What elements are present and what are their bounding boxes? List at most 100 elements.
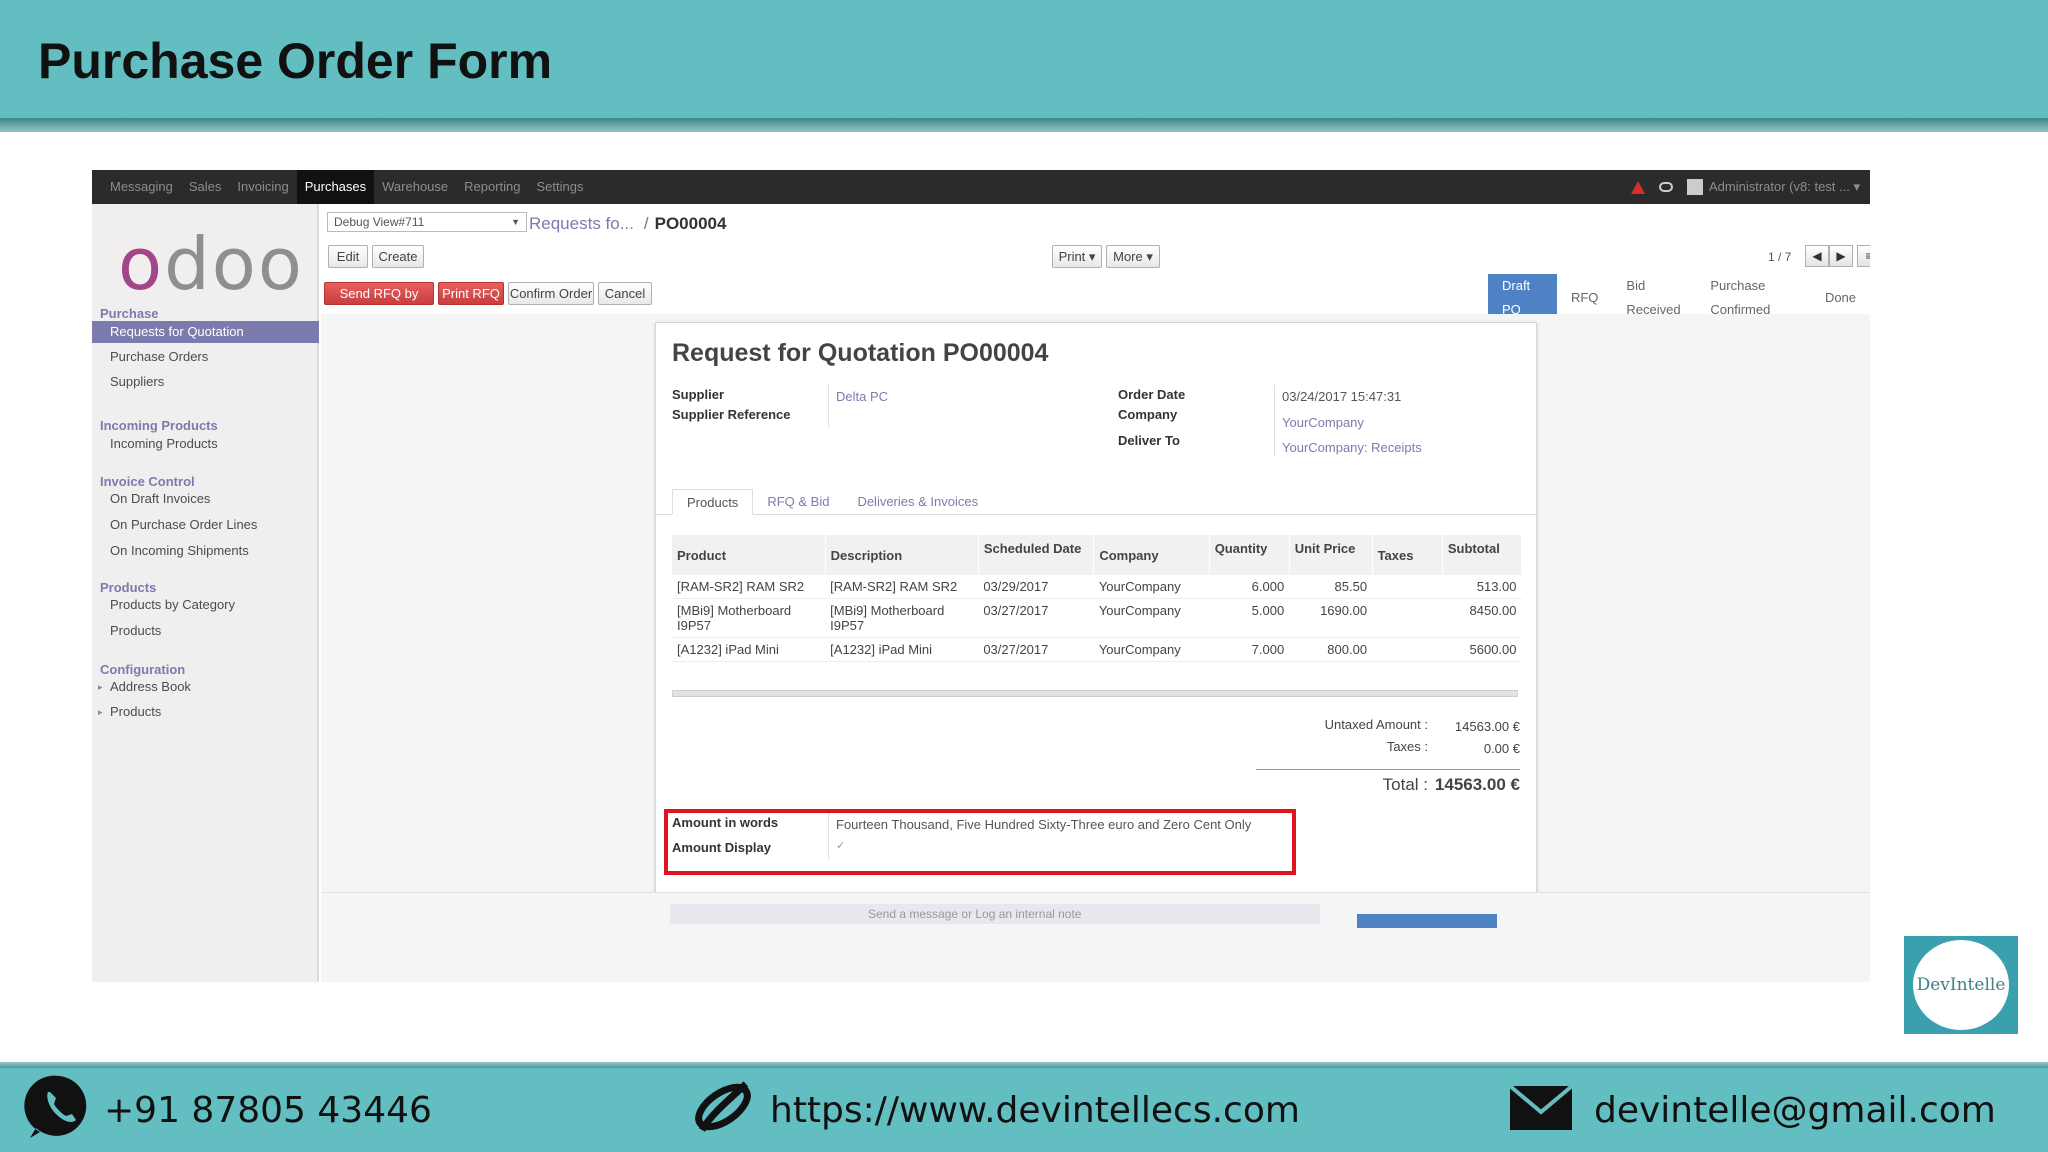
sidebar-item-purchase-orders[interactable]: Purchase Orders bbox=[92, 346, 319, 368]
expand-icon: ▸ bbox=[98, 707, 103, 717]
col-unit-price[interactable]: Unit Price bbox=[1289, 535, 1373, 575]
print-button[interactable]: Print ▾ bbox=[1052, 245, 1102, 268]
table-row[interactable]: [MBi9] Motherboard I9P57 [MBi9] Motherbo… bbox=[672, 598, 1522, 638]
cell-subtotal: 8450.00 bbox=[1442, 598, 1522, 638]
cell-company: YourCompany bbox=[1093, 598, 1210, 638]
user-name: Administrator (v8: test ... bbox=[1708, 178, 1850, 194]
create-button[interactable]: Create bbox=[372, 245, 424, 268]
menu-settings[interactable]: Settings bbox=[529, 170, 592, 204]
supplier-label: Supplier bbox=[672, 387, 725, 402]
tab-deliveries-invoices[interactable]: Deliveries & Invoices bbox=[843, 489, 992, 515]
sidebar-item-on-incoming-shipments[interactable]: On Incoming Shipments bbox=[92, 540, 319, 562]
supplier-field[interactable]: Delta PC bbox=[836, 389, 888, 404]
col-product[interactable]: Product bbox=[672, 535, 826, 575]
previous-icon[interactable]: ◀ bbox=[1805, 245, 1829, 267]
menu-purchases[interactable]: Purchases bbox=[296, 170, 375, 204]
menu-sales[interactable]: Sales bbox=[181, 170, 230, 204]
sidebar-item-suppliers[interactable]: Suppliers bbox=[92, 371, 319, 393]
cancel-button[interactable]: Cancel bbox=[598, 282, 652, 305]
col-company[interactable]: Company bbox=[1093, 535, 1210, 575]
footer-email[interactable]: devintelle@gmail.com bbox=[1594, 1090, 1996, 1131]
menu-invoicing[interactable]: Invoicing bbox=[229, 170, 296, 204]
cell-unit-price: 1690.00 bbox=[1289, 598, 1373, 638]
cell-unit-price: 85.50 bbox=[1289, 575, 1373, 599]
status-rfq[interactable]: RFQ bbox=[1557, 286, 1612, 310]
sidebar-section-incoming-products: Incoming Products bbox=[100, 418, 218, 433]
status-bar: Draft PO RFQ Bid Received Purchase Confi… bbox=[1488, 274, 1870, 322]
cell-description: [RAM-SR2] RAM SR2 bbox=[825, 575, 979, 599]
alert-icon[interactable] bbox=[1630, 180, 1645, 194]
send-rfq-email-button[interactable]: Send RFQ by Email bbox=[324, 282, 434, 322]
deliver-to-field[interactable]: YourCompany: Receipts bbox=[1282, 440, 1422, 455]
sidebar-item-incoming-products[interactable]: Incoming Products bbox=[92, 433, 319, 455]
menu-reporting[interactable]: Reporting bbox=[456, 170, 528, 204]
sidebar-item-config-products[interactable]: ▸ Products bbox=[92, 701, 319, 723]
order-date-label: Order Date bbox=[1118, 387, 1186, 402]
highlight-box bbox=[664, 809, 1296, 875]
col-taxes[interactable]: Taxes bbox=[1372, 535, 1443, 575]
next-icon[interactable]: ▶ bbox=[1829, 245, 1853, 267]
sidebar-item-products-by-category[interactable]: Products by Category bbox=[92, 594, 319, 616]
cell-subtotal: 5600.00 bbox=[1442, 637, 1522, 662]
col-subtotal[interactable]: Subtotal bbox=[1442, 535, 1523, 575]
untaxed-amount-value: 14563.00 € bbox=[1454, 719, 1520, 734]
menu-warehouse[interactable]: Warehouse bbox=[374, 170, 456, 204]
taxes-label: Taxes : bbox=[1386, 739, 1428, 754]
sidebar-item-address-book[interactable]: ▸ Address Book bbox=[92, 676, 319, 698]
chatter-composer[interactable]: Send a message or Log an internal note bbox=[670, 904, 1320, 924]
follow-button[interactable] bbox=[1357, 914, 1497, 928]
sidebar-item-products[interactable]: Products bbox=[92, 620, 319, 642]
field-divider bbox=[828, 385, 829, 427]
company-label: Company bbox=[1118, 407, 1178, 422]
footer-website[interactable]: https://www.devintellecs.com bbox=[770, 1090, 1300, 1131]
menu-messaging[interactable]: Messaging bbox=[102, 170, 181, 204]
top-menu: Messaging Sales Invoicing Purchases Ware… bbox=[102, 170, 592, 204]
col-quantity[interactable]: Quantity bbox=[1209, 535, 1290, 575]
breadcrumb-parent[interactable]: Requests fo... bbox=[529, 214, 634, 233]
cell-taxes bbox=[1372, 575, 1443, 599]
untaxed-amount-label: Untaxed Amount : bbox=[1324, 717, 1428, 732]
table-row[interactable]: [RAM-SR2] RAM SR2 [RAM-SR2] RAM SR2 03/2… bbox=[672, 575, 1522, 599]
user-menu[interactable]: Administrator (v8: test ... ▾ bbox=[1686, 178, 1860, 196]
sidebar-section-purchase: Purchase bbox=[100, 306, 159, 321]
sidebar-section-configuration: Configuration bbox=[100, 662, 186, 677]
odoo-screenshot: Messaging Sales Invoicing Purchases Ware… bbox=[92, 170, 1870, 982]
more-button[interactable]: More ▾ bbox=[1106, 245, 1160, 268]
table-scrollbar[interactable] bbox=[672, 690, 1518, 697]
status-done[interactable]: Done bbox=[1811, 286, 1870, 310]
form-sheet: Request for Quotation PO00004 Supplier D… bbox=[655, 322, 1537, 902]
odoo-logo[interactable]: odoo bbox=[118, 222, 304, 306]
cell-description: [MBi9] Motherboard I9P57 bbox=[825, 598, 979, 638]
edit-button[interactable]: Edit bbox=[328, 245, 368, 268]
breadcrumb-current: PO00004 bbox=[654, 214, 727, 233]
list-view-icon[interactable]: ≡ bbox=[1857, 245, 1870, 267]
cell-date: 03/27/2017 bbox=[978, 598, 1094, 638]
order-date-field[interactable]: 03/24/2017 15:47:31 bbox=[1282, 389, 1401, 404]
tab-rfq-bid[interactable]: RFQ & Bid bbox=[753, 489, 843, 515]
col-description[interactable]: Description bbox=[825, 535, 979, 575]
sidebar-item-on-po-lines[interactable]: On Purchase Order Lines bbox=[92, 514, 319, 536]
footer-phone[interactable]: +91 87805 43446 bbox=[104, 1090, 432, 1131]
cell-quantity: 5.000 bbox=[1209, 598, 1290, 638]
cell-company: YourCompany bbox=[1093, 637, 1210, 662]
confirm-order-button[interactable]: Confirm Order bbox=[508, 282, 594, 305]
tab-products[interactable]: Products bbox=[672, 489, 754, 515]
cell-unit-price: 800.00 bbox=[1289, 637, 1373, 662]
sidebar-item-on-draft-invoices[interactable]: On Draft Invoices bbox=[92, 488, 319, 510]
main-content: Debug View#711 ▼ Requests fo... / PO00004 E… bbox=[321, 204, 1870, 982]
top-menu-bar: Messaging Sales Invoicing Purchases Ware… bbox=[92, 170, 1870, 204]
form-tabs: Products RFQ & Bid Deliveries & Invoices bbox=[672, 489, 992, 515]
cell-product: [A1232] iPad Mini bbox=[672, 637, 826, 662]
company-field[interactable]: YourCompany bbox=[1282, 415, 1364, 430]
sidebar: odoo Purchase Requests for Quotation Pur… bbox=[92, 204, 319, 982]
table-row[interactable]: [A1232] iPad Mini [A1232] iPad Mini 03/2… bbox=[672, 637, 1522, 662]
sidebar-item-requests-for-quotation[interactable]: Requests for Quotation bbox=[92, 321, 319, 343]
chat-icon[interactable] bbox=[1658, 182, 1673, 192]
table-header-row: Product Description Scheduled Date Compa… bbox=[672, 535, 1523, 575]
col-scheduled-date[interactable]: Scheduled Date bbox=[978, 535, 1095, 575]
expand-icon: ▸ bbox=[98, 682, 103, 692]
print-rfq-button[interactable]: Print RFQ bbox=[438, 282, 504, 305]
breadcrumb-separator: / bbox=[643, 214, 649, 233]
debug-view-select[interactable]: Debug View#711 ▼ bbox=[327, 212, 527, 232]
pager: 1 / 7 bbox=[1768, 250, 1792, 264]
